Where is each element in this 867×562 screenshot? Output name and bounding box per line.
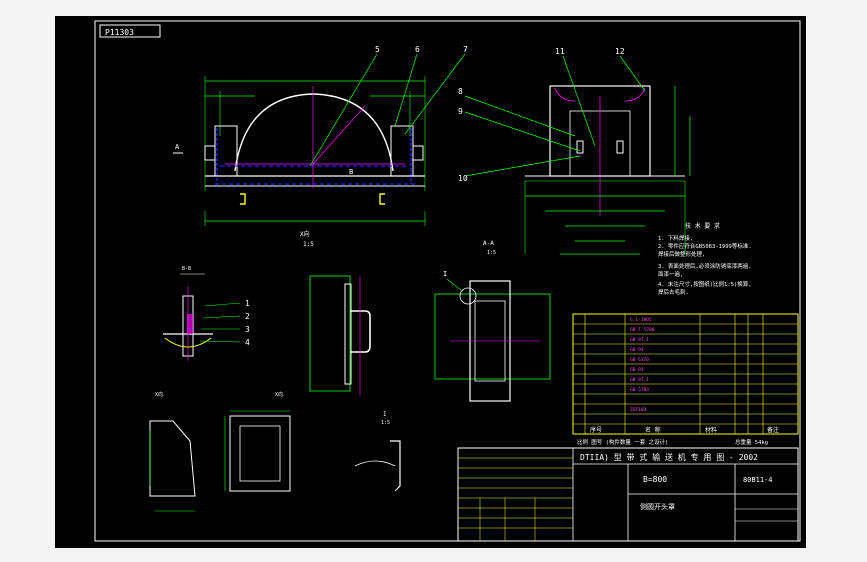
section-scale: 1:5 (487, 250, 496, 256)
parts-list-table: G.1-1005 GB T 5780 GB 97.1 GB 93 GB 6170… (572, 313, 799, 446)
note-line: 焊后去毛刺. (658, 288, 689, 296)
callout-5: 5 (375, 45, 380, 54)
view-scale-1: 1:5 (303, 241, 314, 248)
side-view: 8 9 10 11 12 (458, 47, 691, 255)
callout-2: 2 (245, 312, 250, 321)
drawing-border (94, 20, 801, 542)
section-a-view: A-A 1:5 I (434, 240, 551, 402)
svg-text:GB 5783: GB 5783 (630, 387, 649, 393)
technical-notes: 技 术 要 求 1. 下料焊接, 2. 零件应符合GB5083-1999等标准.… (658, 222, 752, 296)
notes-title: 技 术 要 求 (685, 222, 720, 230)
detail-label-i: I (383, 411, 387, 418)
footer-right: 总重量 54kg (735, 438, 768, 446)
title-main: DTIIA) 型 带 式 输 送 机 专 用 图 - 2002 (580, 452, 758, 462)
svg-text:GB 97.1: GB 97.1 (630, 377, 649, 383)
note-line: 1. 下料焊接, (658, 234, 693, 242)
title-spec: B=800 (643, 475, 667, 484)
callout-1: 1 (245, 299, 250, 308)
note-line: 2. 零件应符合GB5083-1999等标准. (658, 242, 752, 250)
note-line: 3. 表面处理后,必须涂防锈底漆两遍, (658, 262, 752, 270)
parts-header-no: 序号 (590, 426, 602, 434)
svg-text:ZGT103: ZGT103 (630, 407, 647, 413)
callout-6: 6 (415, 45, 420, 54)
svg-text:GB T 5780: GB T 5780 (630, 327, 655, 333)
note-line: 面漆一遍, (658, 270, 683, 278)
callout-9: 9 (458, 107, 463, 116)
handle-detail-view (309, 275, 371, 396)
callout-11: 11 (555, 47, 565, 56)
detail-scale-i: 1:5 (381, 420, 390, 426)
parts-header-material: 材料 (705, 426, 717, 434)
parts-header-name: 名 称 (645, 426, 661, 434)
callout-7: 7 (463, 45, 468, 54)
view-label-x: X向 (300, 230, 310, 238)
section-marker-a: A (175, 143, 180, 151)
title-drawing-no: 80B11-4 (743, 476, 773, 484)
svg-text:GB 93: GB 93 (630, 347, 644, 353)
title-block: DTIIA) 型 带 式 输 送 机 专 用 图 - 2002 B=800 80… (457, 447, 799, 542)
drawing-sheet: P11303 A B 5 6 7 X向 1:5 8 9 10 11 12 技 术… (55, 16, 806, 548)
svg-text:GB 93: GB 93 (630, 367, 644, 373)
cad-drawing: P11303 A B 5 6 7 X向 1:5 8 9 10 11 12 技 术… (94, 20, 801, 542)
callout-12: 12 (615, 47, 625, 56)
callout-10: 10 (458, 174, 468, 183)
section-label-b: B-B (182, 266, 191, 272)
callout-8: 8 (458, 87, 463, 96)
detail-section-view: B-B 1 2 3 4 (163, 266, 250, 361)
callout-4: 4 (245, 338, 250, 347)
section-label-a: A-A (483, 240, 494, 247)
front-view: A B 5 6 7 X向 1:5 (173, 45, 468, 248)
detail-marker-i: I (443, 270, 447, 278)
view-label-bottom-2: X向 (275, 391, 283, 398)
svg-text:GB 97.1: GB 97.1 (630, 337, 649, 343)
parts-header-remark: 备注 (767, 426, 779, 434)
view-label-bottom-1: X向 (155, 391, 163, 398)
note-line: 焊接后做整形处理, (658, 250, 705, 258)
bottom-detail-views: X向 X向 I 1:5 (149, 391, 401, 512)
callout-3: 3 (245, 325, 250, 334)
section-marker-b: B (349, 168, 353, 176)
footer-left: 比例 图号 (构件数量 一套 之设计) (577, 438, 668, 446)
svg-text:GB 6170: GB 6170 (630, 357, 649, 363)
svg-text:G.1-1005: G.1-1005 (630, 317, 652, 323)
stamp-text: P11303 (105, 28, 134, 37)
title-part-name: 侧圆开头罩 (640, 502, 675, 511)
note-line: 4. 未注尺寸,按图纸(比例1:5)换算, (658, 280, 752, 288)
